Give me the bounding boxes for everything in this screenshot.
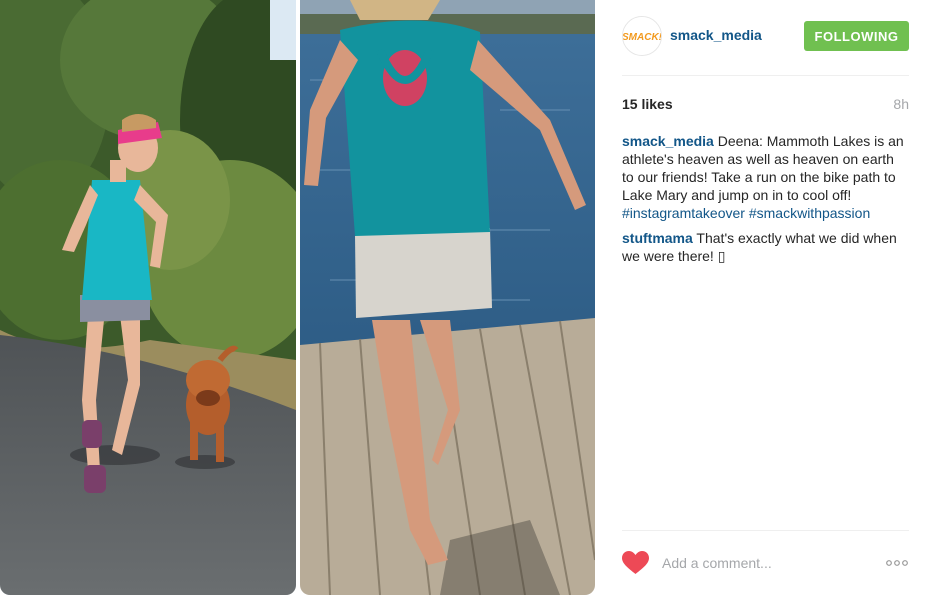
comments-list: smack_media Deena: Mammoth Lakes is an a… <box>622 132 909 272</box>
hashtag-link[interactable]: #instagramtakeover <box>622 205 745 221</box>
hashtag-link[interactable]: #smackwithpassion <box>749 205 870 221</box>
post-photo[interactable] <box>0 0 595 595</box>
divider <box>622 75 909 76</box>
comment-username[interactable]: stuftmama <box>622 230 693 246</box>
avatar[interactable]: SMACK! <box>622 16 662 56</box>
divider <box>622 530 909 531</box>
avatar-logo-text: SMACK! <box>623 32 661 43</box>
likes-count[interactable]: 15 likes <box>622 96 673 112</box>
caption-username[interactable]: smack_media <box>622 133 714 149</box>
comment-item: stuftmama That's exactly what we did whe… <box>622 229 909 265</box>
photo-panel-lake-dock <box>300 0 595 595</box>
post-timestamp[interactable]: 8h <box>893 96 909 112</box>
comment-bar <box>622 548 909 578</box>
more-options-icon[interactable] <box>885 556 909 570</box>
post-header: SMACK! smack_media FOLLOWING <box>622 16 909 56</box>
likes-row: 15 likes 8h <box>622 96 909 114</box>
following-button[interactable]: FOLLOWING <box>804 21 909 51</box>
post-side-panel: SMACK! smack_media FOLLOWING 15 likes 8h… <box>622 0 909 595</box>
heart-icon[interactable] <box>622 551 649 575</box>
username-link[interactable]: smack_media <box>670 27 762 43</box>
photo-panel-runner-with-dog <box>0 0 296 595</box>
caption: smack_media Deena: Mammoth Lakes is an a… <box>622 132 909 222</box>
add-comment-input[interactable] <box>662 552 862 574</box>
